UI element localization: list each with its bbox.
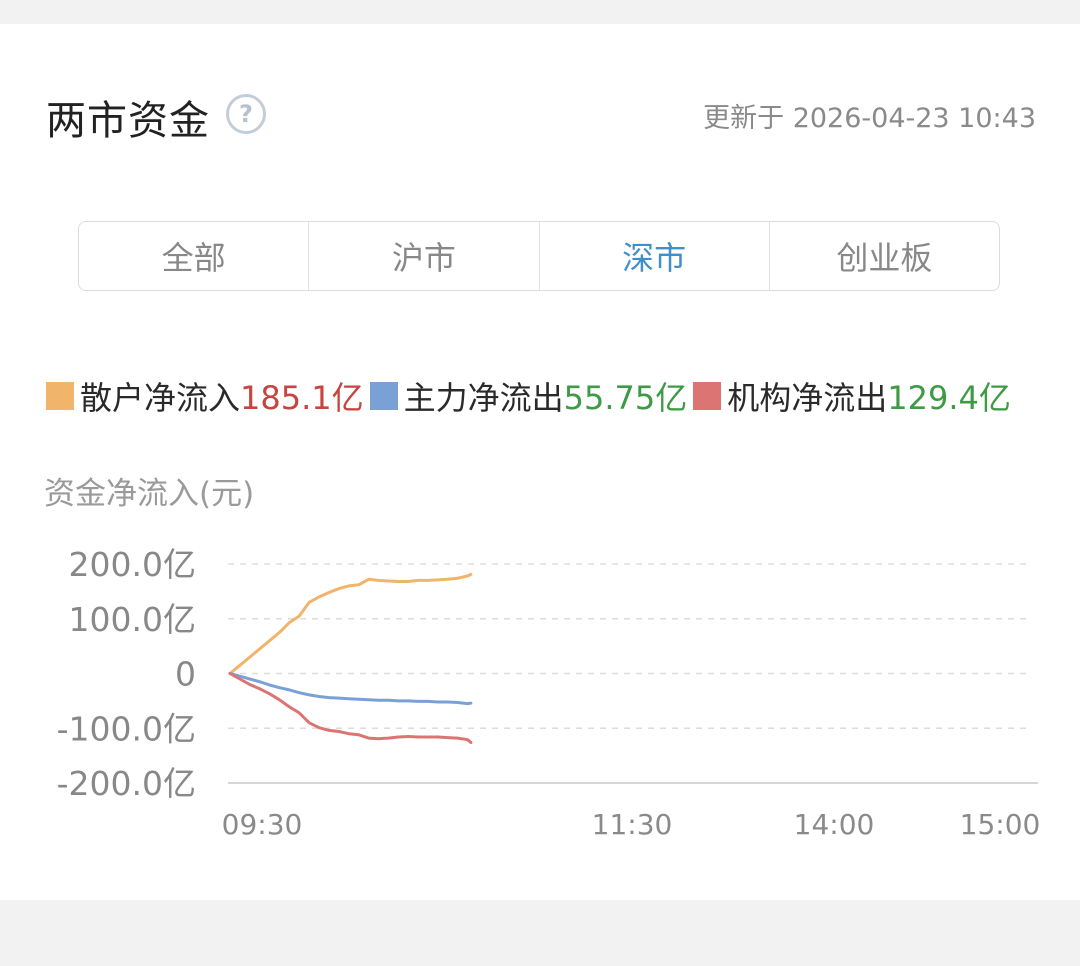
y-axis-label: 资金净流入(元) [44,476,255,512]
chart-legend: 散户净流入 185.1亿 主力净流出 55.75亿 机构净流出 129.4亿 [46,373,1011,419]
tab-chinext[interactable]: 创业板 [768,222,999,290]
legend-item-institution: 机构净流出 129.4亿 [687,373,1011,419]
legend-value-institution: 129.4亿 [887,379,1011,417]
page-title: 两市资金 [46,98,210,144]
tab-shenzhen[interactable]: 深市 [538,222,769,290]
legend-value-main: 55.75亿 [563,379,688,417]
tab-shanghai[interactable]: 沪市 [308,222,538,290]
help-icon[interactable]: ? [226,94,266,134]
legend-value-retail: 185.1亿 [240,379,364,417]
market-tabs: 全部 沪市 深市 创业板 [78,221,1000,291]
legend-swatch-institution [693,382,722,410]
legend-label-main: 主力净流出 [403,379,564,417]
update-time: 更新于 2026-04-23 10:43 [703,103,1036,134]
legend-item-retail: 散户净流入 185.1亿 [46,373,364,419]
funds-card [0,24,1080,900]
legend-swatch-retail [46,382,74,410]
legend-label-retail: 散户净流入 [80,379,241,417]
tab-all[interactable]: 全部 [79,222,308,290]
legend-swatch-main [369,382,398,410]
legend-label-institution: 机构净流出 [727,379,888,417]
legend-item-main: 主力净流出 55.75亿 [364,373,688,419]
